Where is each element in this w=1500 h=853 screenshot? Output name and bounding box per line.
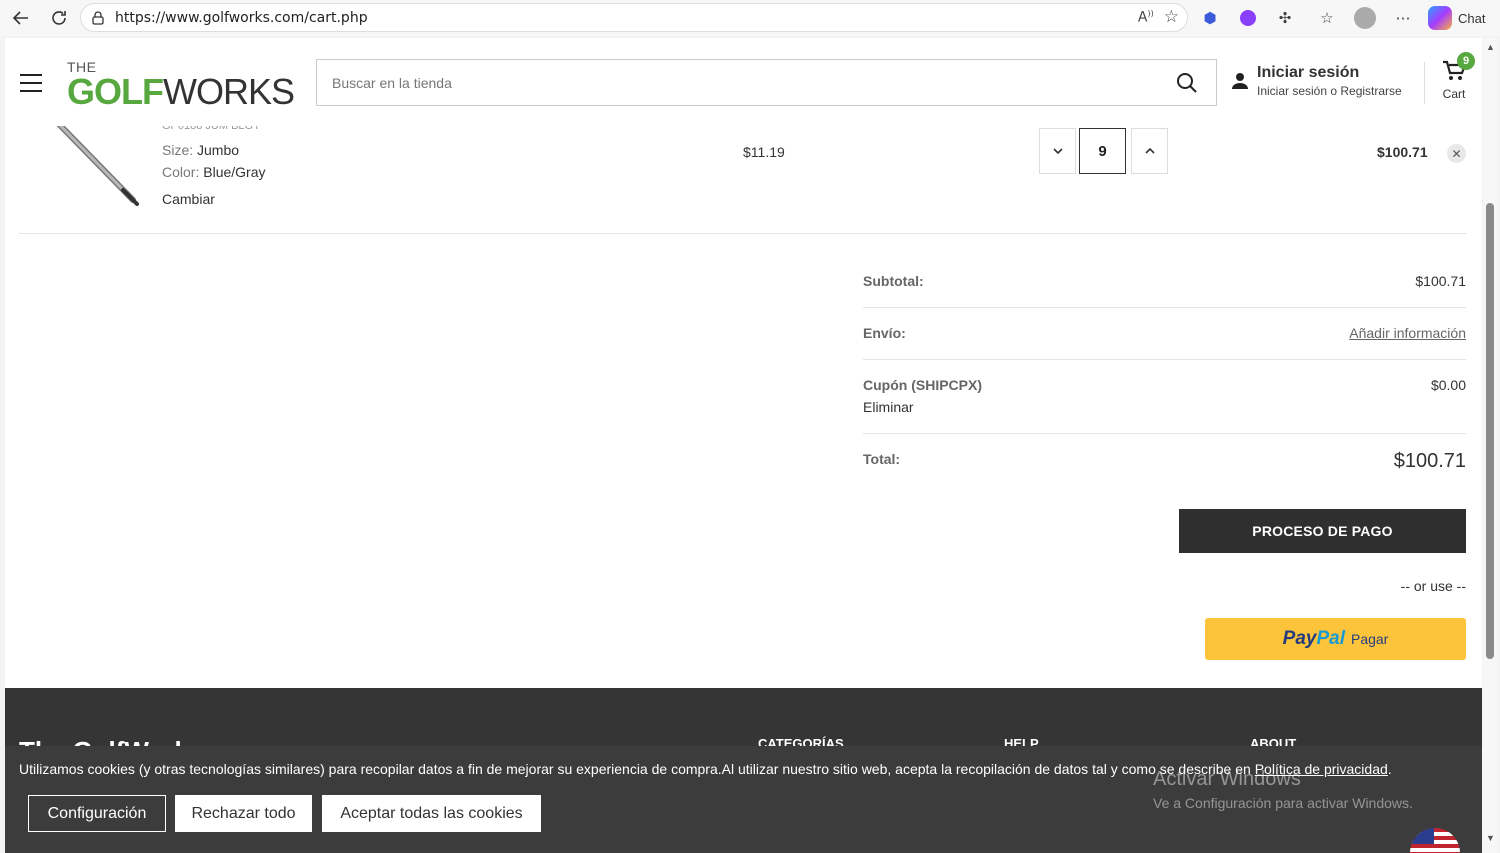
- accept-all-cookies-button[interactable]: Aceptar todas las cookies: [322, 795, 541, 832]
- remove-coupon-link[interactable]: Eliminar: [863, 399, 914, 415]
- url-text: https://www.golfworks.com/cart.php: [115, 9, 368, 26]
- extensions-puzzle-icon[interactable]: ✣: [1272, 5, 1298, 31]
- copilot-icon: [1428, 6, 1452, 30]
- cookie-banner: Utilizamos cookies (y otras tecnologías …: [5, 746, 1482, 853]
- product-image[interactable]: [45, 118, 140, 208]
- copilot-chat-button[interactable]: Chat: [1428, 4, 1485, 32]
- account-title: Iniciar sesión: [1257, 64, 1360, 81]
- summary-divider: [863, 307, 1466, 308]
- row-divider: [19, 233, 1467, 234]
- us-flag-icon[interactable]: [1410, 828, 1460, 853]
- cart-button[interactable]: Cart 9: [1439, 52, 1475, 101]
- search-box: [316, 59, 1217, 106]
- search-icon[interactable]: [1176, 72, 1198, 94]
- account-subtitle: Iniciar sesión o Registrarse: [1257, 84, 1402, 98]
- favorite-star-icon[interactable]: ☆: [1164, 7, 1179, 27]
- paypal-logo: PayPal: [1282, 628, 1345, 649]
- lock-icon: [92, 10, 104, 25]
- option-color: Color: Blue/Gray: [162, 164, 266, 180]
- quantity-increase-button[interactable]: [1131, 128, 1168, 174]
- logo-golf: GOLF: [67, 71, 164, 112]
- change-options-link[interactable]: Cambiar: [162, 191, 215, 207]
- page-scrollbar[interactable]: ▲ ▼: [1483, 38, 1497, 853]
- unit-price: $11.19: [743, 144, 785, 160]
- quantity-decrease-button[interactable]: [1039, 128, 1076, 174]
- scrollbar-thumb[interactable]: [1486, 203, 1494, 659]
- read-aloud-icon[interactable]: A)): [1138, 9, 1154, 26]
- line-total: $100.71: [1377, 144, 1428, 160]
- size-value: Jumbo: [197, 142, 240, 158]
- subtotal-value: $100.71: [1415, 273, 1466, 289]
- cart-label: Cart: [1442, 87, 1466, 101]
- checkout-button[interactable]: PROCESO DE PAGO: [1179, 509, 1466, 553]
- browser-toolbar: https://www.golfworks.com/cart.php A)) ☆…: [0, 0, 1500, 36]
- add-shipping-info-link[interactable]: Añadir información: [1349, 325, 1466, 341]
- shipping-label: Envío:: [863, 325, 906, 341]
- watermark-line1: Activar Windows: [1153, 768, 1301, 790]
- back-icon[interactable]: [8, 5, 34, 31]
- quantity-input[interactable]: 9: [1079, 128, 1126, 174]
- summary-divider: [863, 359, 1466, 360]
- scroll-up-icon[interactable]: ▲: [1486, 42, 1495, 52]
- address-bar[interactable]: https://www.golfworks.com/cart.php A)) ☆: [80, 3, 1188, 32]
- site-logo[interactable]: THE GOLFWORKS: [67, 60, 295, 112]
- header-divider: [1424, 62, 1425, 104]
- menu-icon[interactable]: [20, 74, 42, 92]
- color-label: Color:: [162, 164, 200, 180]
- extension-shield-icon[interactable]: ⬢: [1197, 5, 1223, 31]
- chat-label: Chat: [1458, 10, 1486, 26]
- coupon-label: Cupón (SHIPCPX): [863, 377, 982, 393]
- remove-item-button[interactable]: ✕: [1447, 144, 1466, 163]
- scroll-down-icon[interactable]: ▼: [1486, 833, 1495, 843]
- option-size: Size: Jumbo: [162, 142, 239, 158]
- total-value: $100.71: [1393, 450, 1466, 472]
- coupon-value: $0.00: [1430, 377, 1466, 393]
- site-header: THE GOLFWORKS Iniciar sesión Iniciar ses…: [5, 38, 1482, 126]
- page-viewport: THE GOLFWORKS Iniciar sesión Iniciar ses…: [5, 38, 1482, 853]
- windows-activation-watermark: Activar Windows Ve a Configuración para …: [1153, 768, 1413, 811]
- chevron-down-icon: [1052, 148, 1063, 154]
- favorites-list-icon[interactable]: ☆: [1314, 5, 1340, 31]
- chevron-up-icon: [1144, 148, 1155, 154]
- summary-divider: [863, 433, 1466, 434]
- color-value: Blue/Gray: [203, 164, 266, 180]
- watermark-line2: Ve a Configuración para activar Windows.: [1153, 795, 1413, 811]
- cart-count-badge: 9: [1457, 52, 1475, 70]
- paypal-button[interactable]: PayPal Pagar: [1205, 618, 1466, 660]
- reject-all-button[interactable]: Rechazar todo: [175, 795, 312, 832]
- cookie-message: Utilizamos cookies (y otras tecnologías …: [19, 761, 1255, 777]
- paypal-label: Pagar: [1350, 631, 1389, 647]
- size-label: Size:: [162, 142, 194, 158]
- account-link[interactable]: Iniciar sesión Iniciar sesión o Registra…: [1231, 64, 1402, 98]
- search-input[interactable]: [332, 74, 1152, 91]
- close-icon: ✕: [1451, 146, 1462, 161]
- profile-avatar-icon[interactable]: [1352, 5, 1378, 31]
- reload-icon[interactable]: [46, 5, 72, 31]
- more-menu-icon[interactable]: ⋯: [1390, 5, 1416, 31]
- cookie-settings-button[interactable]: Configuración: [28, 795, 166, 832]
- extension-purple-icon[interactable]: [1235, 5, 1261, 31]
- user-icon: [1232, 73, 1248, 89]
- or-use-text: -- or use --: [1400, 578, 1466, 594]
- total-label: Total:: [863, 451, 901, 467]
- subtotal-label: Subtotal:: [863, 273, 924, 289]
- logo-works: WORKS: [162, 71, 295, 112]
